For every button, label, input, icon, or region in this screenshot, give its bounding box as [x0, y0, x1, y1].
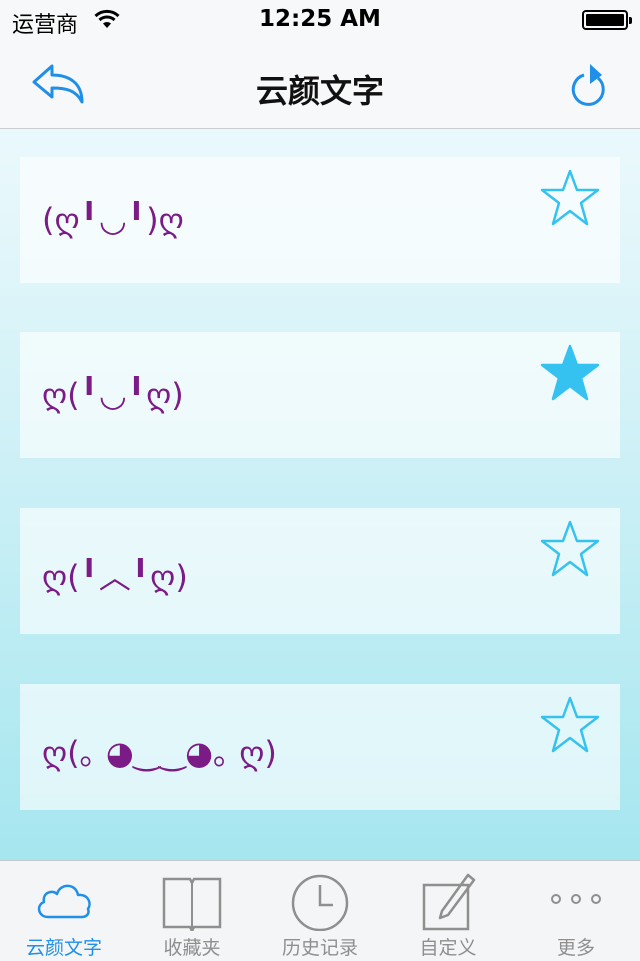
clock-icon: [291, 874, 349, 931]
list-item[interactable]: ღ(╹︿╹ღ): [20, 508, 620, 634]
star-outline-icon[interactable]: [540, 696, 600, 754]
tab-label: 更多: [556, 937, 595, 959]
kaomoji-text: ღ(｡ ◕‿‿◕｡ ღ): [42, 734, 277, 772]
tab-label: 自定义: [419, 937, 477, 959]
kaomoji-list[interactable]: (ღ╹◡╹)ღ ღ(╹◡╹ღ) ღ(╹︿╹ღ) ღ(｡ ◕‿‿◕｡ ღ): [0, 129, 640, 860]
tab-more[interactable]: 更多: [512, 861, 640, 961]
list-item[interactable]: (ღ╹◡╹)ღ: [20, 157, 620, 283]
book-icon: [162, 877, 222, 931]
cloud-icon: [37, 884, 91, 919]
refresh-button[interactable]: [568, 58, 612, 110]
page-title: 云颜文字: [255, 72, 384, 110]
star-outline-icon[interactable]: [540, 520, 600, 578]
battery-icon: [582, 10, 632, 30]
status-time: 12:25 AM: [259, 6, 381, 32]
kaomoji-text: ღ(╹◡╹ღ): [42, 376, 184, 414]
edit-icon: [422, 873, 476, 931]
tab-cloud-kaomoji[interactable]: 云颜文字: [0, 861, 128, 961]
status-bar: 运营商 12:25 AM: [0, 0, 640, 40]
kaomoji-text: ღ(╹︿╹ღ): [42, 558, 188, 596]
tab-history[interactable]: 历史记录: [256, 861, 384, 961]
tab-label: 历史记录: [281, 937, 358, 959]
navigation-bar: 云颜文字: [0, 40, 640, 129]
refresh-icon: [571, 73, 605, 106]
star-outline-icon[interactable]: [540, 169, 600, 227]
tab-favorites[interactable]: 收藏夹: [128, 861, 256, 961]
tab-bar: 云颜文字 收藏夹 历史记录 自定义 更多: [0, 860, 640, 961]
tab-label: 云颜文字: [25, 937, 102, 959]
list-item[interactable]: ღ(｡ ◕‿‿◕｡ ღ): [20, 684, 620, 810]
tab-custom[interactable]: 自定义: [384, 861, 512, 961]
more-icon: [551, 894, 601, 904]
star-filled-icon[interactable]: [540, 344, 600, 402]
tab-label: 收藏夹: [163, 937, 221, 959]
list-item[interactable]: ღ(╹◡╹ღ): [20, 332, 620, 458]
kaomoji-text: (ღ╹◡╹)ღ: [42, 201, 184, 239]
